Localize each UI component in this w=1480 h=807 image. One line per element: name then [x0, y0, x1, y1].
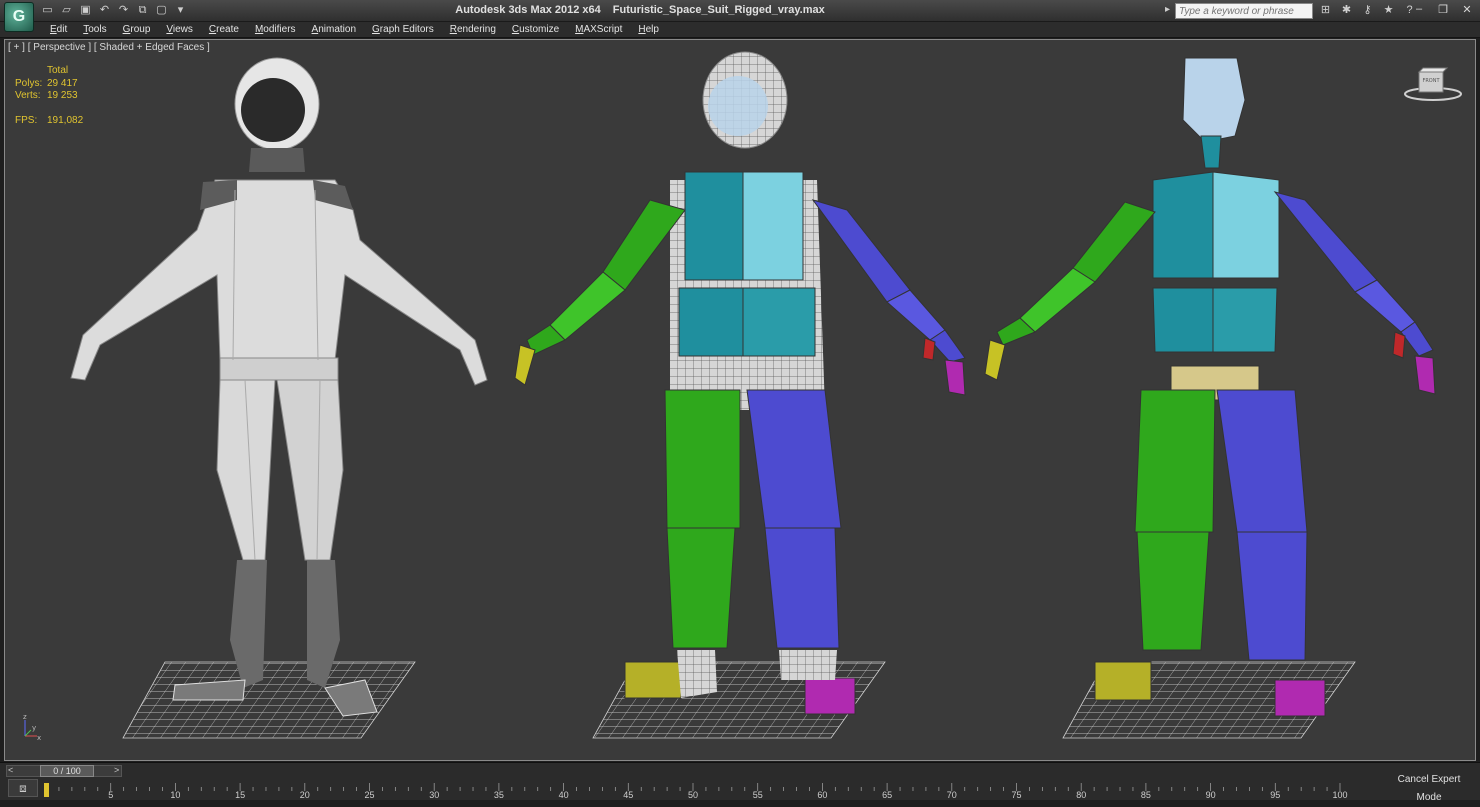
- search-input[interactable]: [1175, 3, 1313, 19]
- menu-animation[interactable]: Animation: [304, 24, 364, 35]
- ruler-tick-label: 90: [1206, 790, 1216, 799]
- verts-label: Verts:: [15, 90, 41, 101]
- binoculars-icon[interactable]: ⊞: [1318, 3, 1333, 18]
- frame-ruler[interactable]: 5 10 15 20 25 30 35 40 45 50 55 60 65 70 75 80 85 90 95 100: [6, 775, 1378, 799]
- menu-create[interactable]: Create: [201, 24, 247, 35]
- menu-help[interactable]: Help: [630, 24, 667, 35]
- verts-value: 19 253: [47, 90, 78, 101]
- menu-customize[interactable]: Customize: [504, 24, 567, 35]
- axis-x-label: x: [37, 734, 41, 742]
- info-center-toolbar: ⊞ ✱ ⚷ ★ ?: [1318, 3, 1417, 18]
- menu-group[interactable]: Group: [115, 24, 159, 35]
- ruler-tick-label: 55: [753, 790, 763, 799]
- space-suit-model[interactable]: [70, 57, 488, 717]
- menu-graph-editors[interactable]: Graph Editors: [364, 24, 442, 35]
- menu-modifiers[interactable]: Modifiers: [247, 24, 304, 35]
- menu-rendering[interactable]: Rendering: [442, 24, 504, 35]
- fps-label: FPS:: [15, 114, 38, 126]
- window-controls: – ❐ ✕: [1412, 3, 1474, 16]
- restore-icon[interactable]: ❐: [1436, 3, 1450, 16]
- timeline-bar: < 0 / 100 > ⧈ 5 10 15 20 25 30 35 40 45 50 55 60 65 7…: [0, 762, 1480, 803]
- app-logo-icon: G: [12, 8, 26, 25]
- polys-value: 29 417: [47, 77, 78, 89]
- ruler-tick-label: 50: [688, 790, 698, 799]
- search-expand-icon[interactable]: ▸: [1165, 4, 1170, 15]
- ruler-tick-label: 40: [559, 790, 569, 799]
- ruler-tick-label: 35: [494, 790, 504, 799]
- cancel-expert-mode-button[interactable]: Cancel Expert Mode: [1386, 771, 1472, 803]
- window-title: Autodesk 3ds Max 2012 x64 Futuristic_Spac…: [0, 4, 1080, 16]
- perspective-viewport[interactable]: [ + ] [ Perspective ] [ Shaded + Edged F…: [4, 39, 1476, 761]
- viewcube-front-label: FRONT: [1422, 78, 1440, 84]
- menu-views[interactable]: Views: [158, 24, 201, 35]
- favorite-star-icon[interactable]: ★: [1381, 3, 1396, 18]
- ruler-tick-label: 70: [947, 790, 957, 799]
- ruler-tick-label: 15: [235, 790, 245, 799]
- app-title: Autodesk 3ds Max 2012 x64: [455, 4, 601, 16]
- ruler-tick-label: 45: [623, 790, 633, 799]
- rigged-wireframe-model[interactable]: [514, 51, 966, 715]
- axis-z-label: z: [23, 713, 27, 721]
- ruler-tick-label: 30: [429, 790, 439, 799]
- scene-statistics: Total Polys: 29 417 Verts: 19 253 FPS: 191,…: [15, 65, 83, 127]
- menu-bar: Edit Tools Group Views Create Modifiers …: [0, 22, 1480, 38]
- viewport-label[interactable]: [ + ] [ Perspective ] [ Shaded + Edged F…: [8, 42, 210, 53]
- key-icon[interactable]: ⚷: [1360, 3, 1375, 18]
- previous-frame-icon[interactable]: <: [8, 765, 13, 775]
- menu-maxscript[interactable]: MAXScript: [567, 24, 630, 35]
- title-bar: G ▭ ▱ ▣ ↶ ↷ ⧉ ▢ ▾ Autodesk 3ds Max 2012 …: [0, 0, 1480, 32]
- ruler-tick-label: 20: [300, 790, 310, 799]
- polys-label: Polys:: [15, 77, 43, 89]
- next-frame-icon[interactable]: >: [114, 765, 119, 775]
- fps-value: 191,082: [47, 114, 84, 126]
- ruler-tick-label: 65: [882, 790, 892, 799]
- ruler-tick-label: 95: [1270, 790, 1280, 799]
- ruler-tick-label: 85: [1141, 790, 1151, 799]
- menu-edit[interactable]: Edit: [42, 24, 75, 35]
- scene-render[interactable]: [5, 40, 1476, 761]
- file-name: Futuristic_Space_Suit_Rigged_vray.max: [612, 4, 825, 16]
- ruler-tick-label: 60: [817, 790, 827, 799]
- bone-rig-model[interactable]: [984, 57, 1436, 717]
- stats-header: Total: [47, 65, 69, 76]
- menu-tools[interactable]: Tools: [75, 24, 114, 35]
- viewcube-icon[interactable]: FRONT: [1403, 64, 1463, 104]
- axis-gizmo-icon: z y x: [23, 713, 41, 742]
- ruler-tick-label: 10: [170, 790, 180, 799]
- ruler-tick-label: 75: [1011, 790, 1021, 799]
- minimize-icon[interactable]: –: [1412, 3, 1426, 16]
- current-frame-marker[interactable]: [44, 783, 49, 797]
- ruler-tick-label: 100: [1332, 790, 1347, 799]
- close-icon[interactable]: ✕: [1460, 3, 1474, 16]
- ruler-tick-label: 25: [364, 790, 374, 799]
- ruler-tick-label: 80: [1076, 790, 1086, 799]
- axis-y-label: y: [32, 724, 36, 732]
- app-menu-button[interactable]: G: [4, 2, 34, 32]
- ruler-tick-label: 5: [108, 790, 113, 799]
- communication-icon[interactable]: ✱: [1339, 3, 1354, 18]
